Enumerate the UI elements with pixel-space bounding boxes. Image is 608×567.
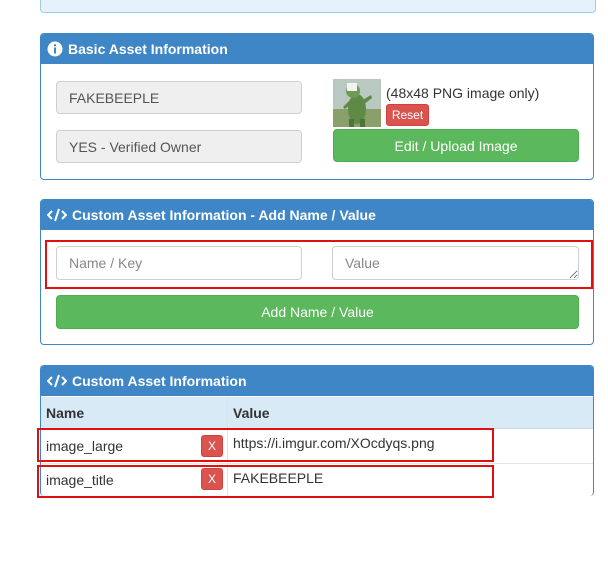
custom-asset-list-panel-title: Custom Asset Information: [72, 373, 247, 389]
basic-asset-panel: Basic Asset Information FAKEBEEPLE YES -…: [40, 33, 594, 180]
image-size-hint: (48x48 PNG image only): [386, 85, 540, 101]
remove-row-button[interactable]: X: [201, 435, 223, 457]
name-key-input[interactable]: [56, 246, 302, 280]
basic-asset-panel-header: Basic Asset Information: [41, 34, 593, 64]
previous-panel-edge: [40, 0, 596, 13]
table-row: image_large X https://i.imgur.com/XOcdyq…: [41, 428, 593, 464]
custom-asset-list-panel: Custom Asset Information Name Value imag…: [40, 365, 594, 497]
reset-image-button[interactable]: Reset: [386, 104, 429, 126]
info-circle-icon: [47, 41, 63, 57]
owner-status-field: YES - Verified Owner: [56, 130, 302, 163]
column-header-name: Name: [46, 404, 85, 421]
code-icon: [47, 373, 67, 389]
custom-asset-add-panel-title: Custom Asset Information - Add Name / Va…: [72, 207, 376, 223]
remove-row-button[interactable]: X: [201, 468, 223, 490]
value-input[interactable]: [332, 246, 579, 280]
custom-asset-add-panel: Custom Asset Information - Add Name / Va…: [40, 199, 594, 345]
edit-upload-image-button[interactable]: Edit / Upload Image: [333, 129, 579, 162]
column-header-value: Value: [233, 404, 270, 421]
row-value-cell: FAKEBEEPLE: [233, 470, 324, 486]
row-value-cell: https://i.imgur.com/XOcdyqs.png: [233, 435, 435, 451]
add-name-value-button[interactable]: Add Name / Value: [56, 295, 579, 329]
code-icon: [47, 207, 67, 223]
basic-asset-panel-title: Basic Asset Information: [68, 41, 228, 57]
row-name-cell: image_large: [46, 437, 124, 454]
table-row: image_title X FAKEBEEPLE: [41, 463, 593, 497]
custom-asset-table-header: Name Value: [41, 397, 593, 429]
row-name-cell: image_title: [46, 472, 114, 488]
custom-asset-add-panel-header: Custom Asset Information - Add Name / Va…: [41, 200, 593, 230]
asset-image-thumbnail: [333, 79, 381, 127]
custom-asset-list-panel-header: Custom Asset Information: [41, 366, 593, 396]
asset-name-field: FAKEBEEPLE: [56, 81, 302, 114]
